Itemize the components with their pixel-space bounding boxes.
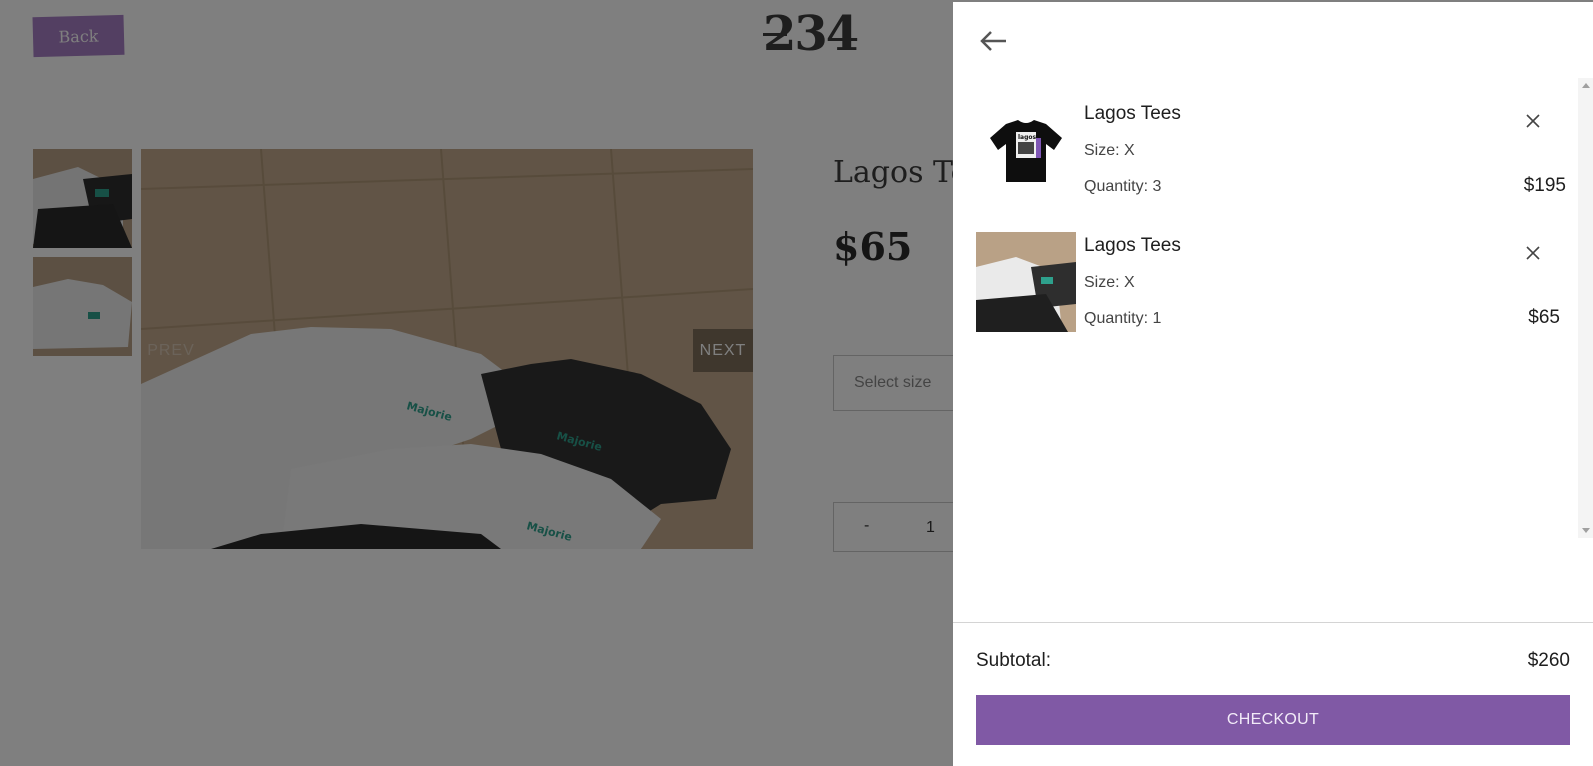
cart-item-price: $65 [1528,307,1560,328]
cart-item-size: Size: X [1084,274,1135,291]
close-drawer-arrow-icon[interactable] [976,24,1010,58]
cart-drawer: lagos Lagos Tees Size: X Quantity: 3 $19… [953,2,1593,766]
cart-item-quantity: Quantity: 1 [1084,310,1162,327]
scroll-up-arrow-icon[interactable] [1582,83,1590,88]
divider [953,622,1593,623]
cart-item-quantity: Quantity: 3 [1084,178,1162,195]
cart-item-size: Size: X [1084,142,1135,159]
subtotal-label: Subtotal: [976,650,1051,671]
tshirts-on-floor-image [976,232,1076,332]
cart-item-price: $195 [1523,175,1566,196]
cart-scrollbar[interactable] [1578,78,1593,538]
subtotal-value: $260 [1527,650,1570,671]
cart-item-name: Lagos Tees [1084,235,1181,256]
cart-item: lagos Lagos Tees Size: X Quantity: 3 $19… [976,100,1566,200]
scroll-down-arrow-icon[interactable] [1582,528,1590,533]
svg-text:lagos: lagos [1018,134,1037,141]
cart-item: Lagos Tees Size: X Quantity: 1 $65 [976,232,1566,332]
remove-item-close-icon[interactable] [1524,112,1542,130]
black-tshirt-image: lagos [976,100,1076,200]
remove-item-close-icon[interactable] [1524,244,1542,262]
cart-item-list: lagos Lagos Tees Size: X Quantity: 3 $19… [953,78,1593,538]
cart-item-name: Lagos Tees [1084,103,1181,124]
checkout-button[interactable]: CHECKOUT [976,695,1570,745]
